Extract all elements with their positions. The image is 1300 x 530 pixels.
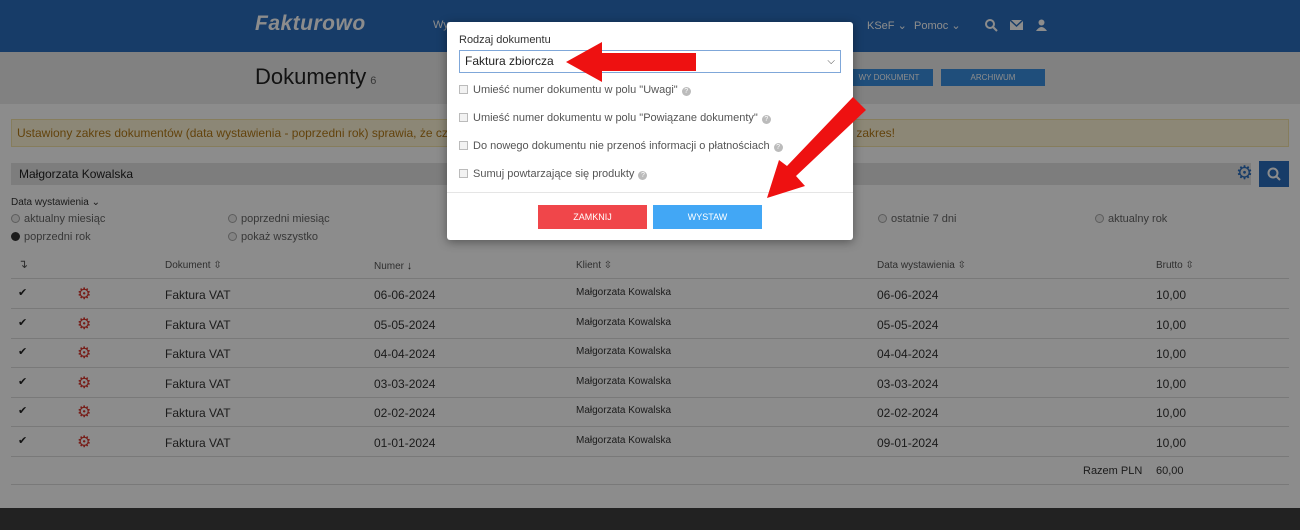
arrow-to-issue-button-icon [767, 97, 866, 198]
arrow-to-select-icon [566, 42, 696, 82]
annotation-arrows [566, 42, 866, 198]
